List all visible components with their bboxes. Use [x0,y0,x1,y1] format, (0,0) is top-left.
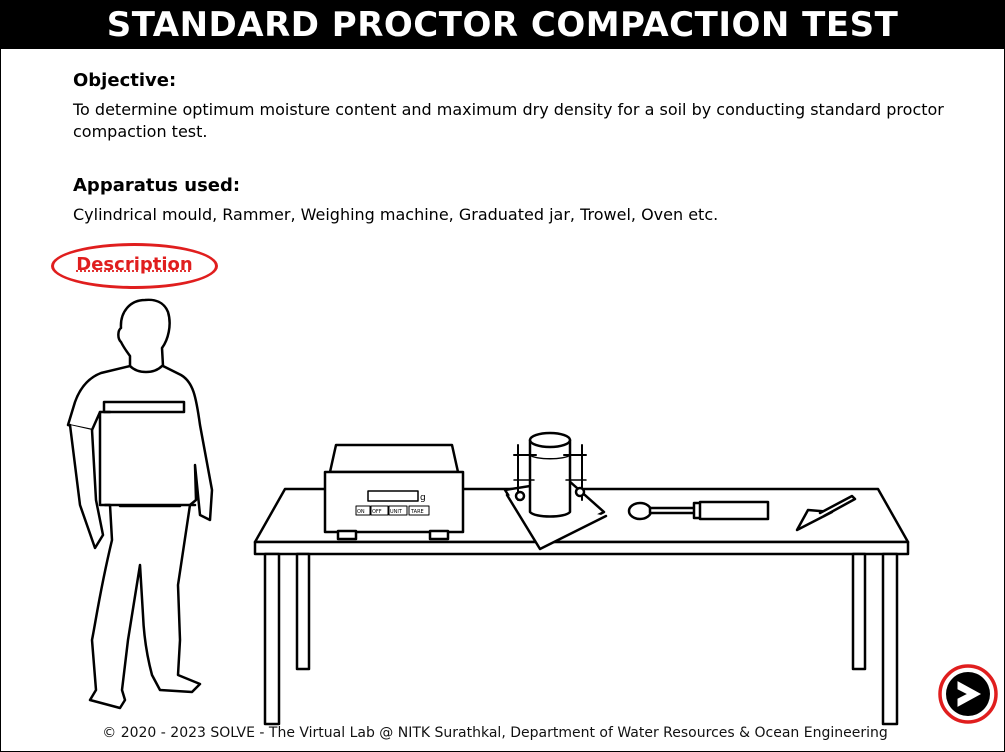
scale-button-off: OFF [372,509,382,515]
page-title: STANDARD PROCTOR COMPACTION TEST [0,0,1005,49]
objective-text: To determine optimum moisture content an… [73,100,944,141]
lab-scene: g ON OFF UNIT TARE [66,298,910,726]
scale-button-unit: UNIT [390,509,403,515]
description-link[interactable]: Description [51,243,218,289]
next-button[interactable] [938,664,998,724]
person-figure [66,298,214,710]
scale-button-on: ON [357,509,365,515]
apparatus-heading: Apparatus used: [73,175,241,196]
footer-copyright: © 2020 - 2023 SOLVE - The Virtual Lab @ … [102,725,888,741]
scale-unit: g [420,493,426,503]
weighing-machine [323,443,465,541]
scale-button-tare: TARE [410,509,424,515]
description-highlight: Description [51,243,218,289]
objective-heading: Objective: [73,70,177,91]
apparatus-text: Cylindrical mould, Rammer, Weighing mach… [73,205,719,224]
